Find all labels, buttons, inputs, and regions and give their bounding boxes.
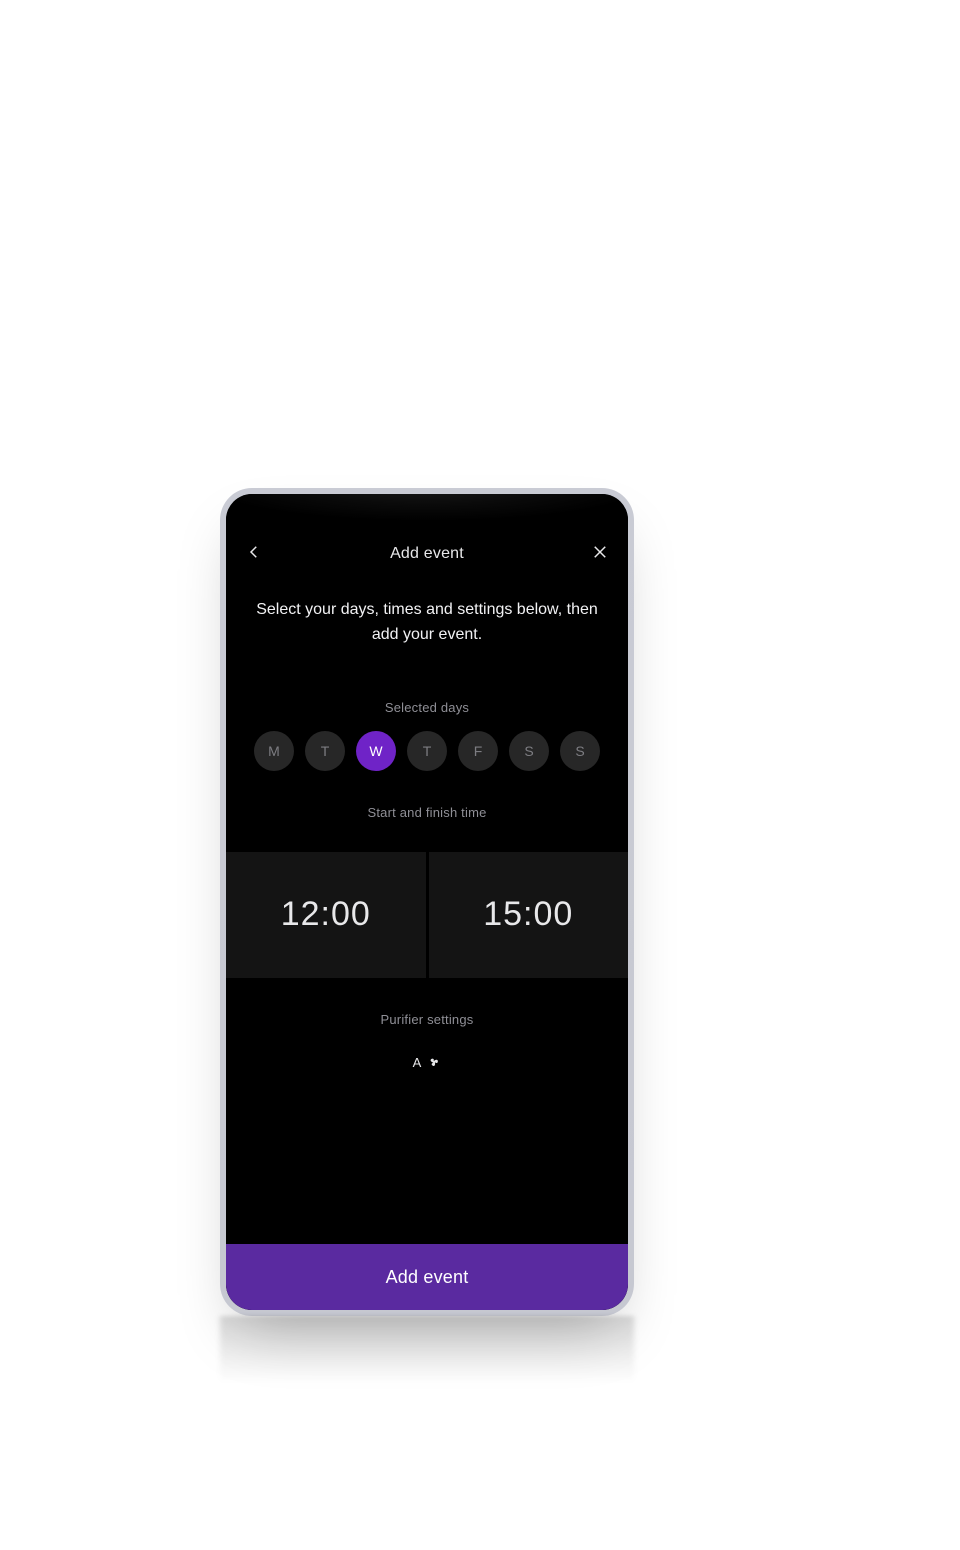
day-thu[interactable]: T <box>407 731 447 771</box>
purifier-settings[interactable]: A <box>226 1055 628 1070</box>
back-button[interactable] <box>240 540 268 568</box>
page-title: Add event <box>390 545 464 563</box>
phone-inner: Add event Select your days, times and se… <box>226 494 628 1310</box>
time-picker: 12:00 15:00 <box>226 852 628 978</box>
day-label: F <box>474 743 483 759</box>
day-sat[interactable]: S <box>509 731 549 771</box>
day-label: T <box>321 743 330 759</box>
day-sun[interactable]: S <box>560 731 600 771</box>
fan-icon <box>427 1055 441 1069</box>
selected-days-label: Selected days <box>226 700 628 715</box>
day-fri[interactable]: F <box>458 731 498 771</box>
start-finish-label: Start and finish time <box>226 805 628 820</box>
day-label: T <box>423 743 432 759</box>
app-screen: Add event Select your days, times and se… <box>226 524 628 1310</box>
phone-frame: Add event Select your days, times and se… <box>220 488 634 1316</box>
chevron-left-icon <box>245 543 263 566</box>
day-picker: M T W T F S S <box>226 731 628 771</box>
day-label: S <box>575 743 584 759</box>
phone-reflection <box>220 1316 634 1400</box>
purifier-settings-label: Purifier settings <box>226 1012 628 1027</box>
day-label: W <box>369 743 382 759</box>
start-time[interactable]: 12:00 <box>226 852 426 978</box>
close-button[interactable] <box>586 540 614 568</box>
purifier-mode-value: A <box>413 1055 422 1070</box>
finish-time[interactable]: 15:00 <box>429 852 629 978</box>
add-event-button[interactable]: Add event <box>226 1244 628 1310</box>
phone-notch <box>226 494 628 524</box>
top-bar: Add event <box>226 524 628 582</box>
add-event-button-label: Add event <box>386 1267 469 1288</box>
day-label: M <box>268 743 280 759</box>
day-label: S <box>524 743 533 759</box>
day-mon[interactable]: M <box>254 731 294 771</box>
day-wed[interactable]: W <box>356 731 396 771</box>
start-time-value: 12:00 <box>281 895 371 934</box>
close-icon <box>591 543 609 566</box>
finish-time-value: 15:00 <box>483 895 573 934</box>
spacer <box>226 1070 628 1244</box>
day-tue[interactable]: T <box>305 731 345 771</box>
instructions-text: Select your days, times and settings bel… <box>226 582 628 654</box>
